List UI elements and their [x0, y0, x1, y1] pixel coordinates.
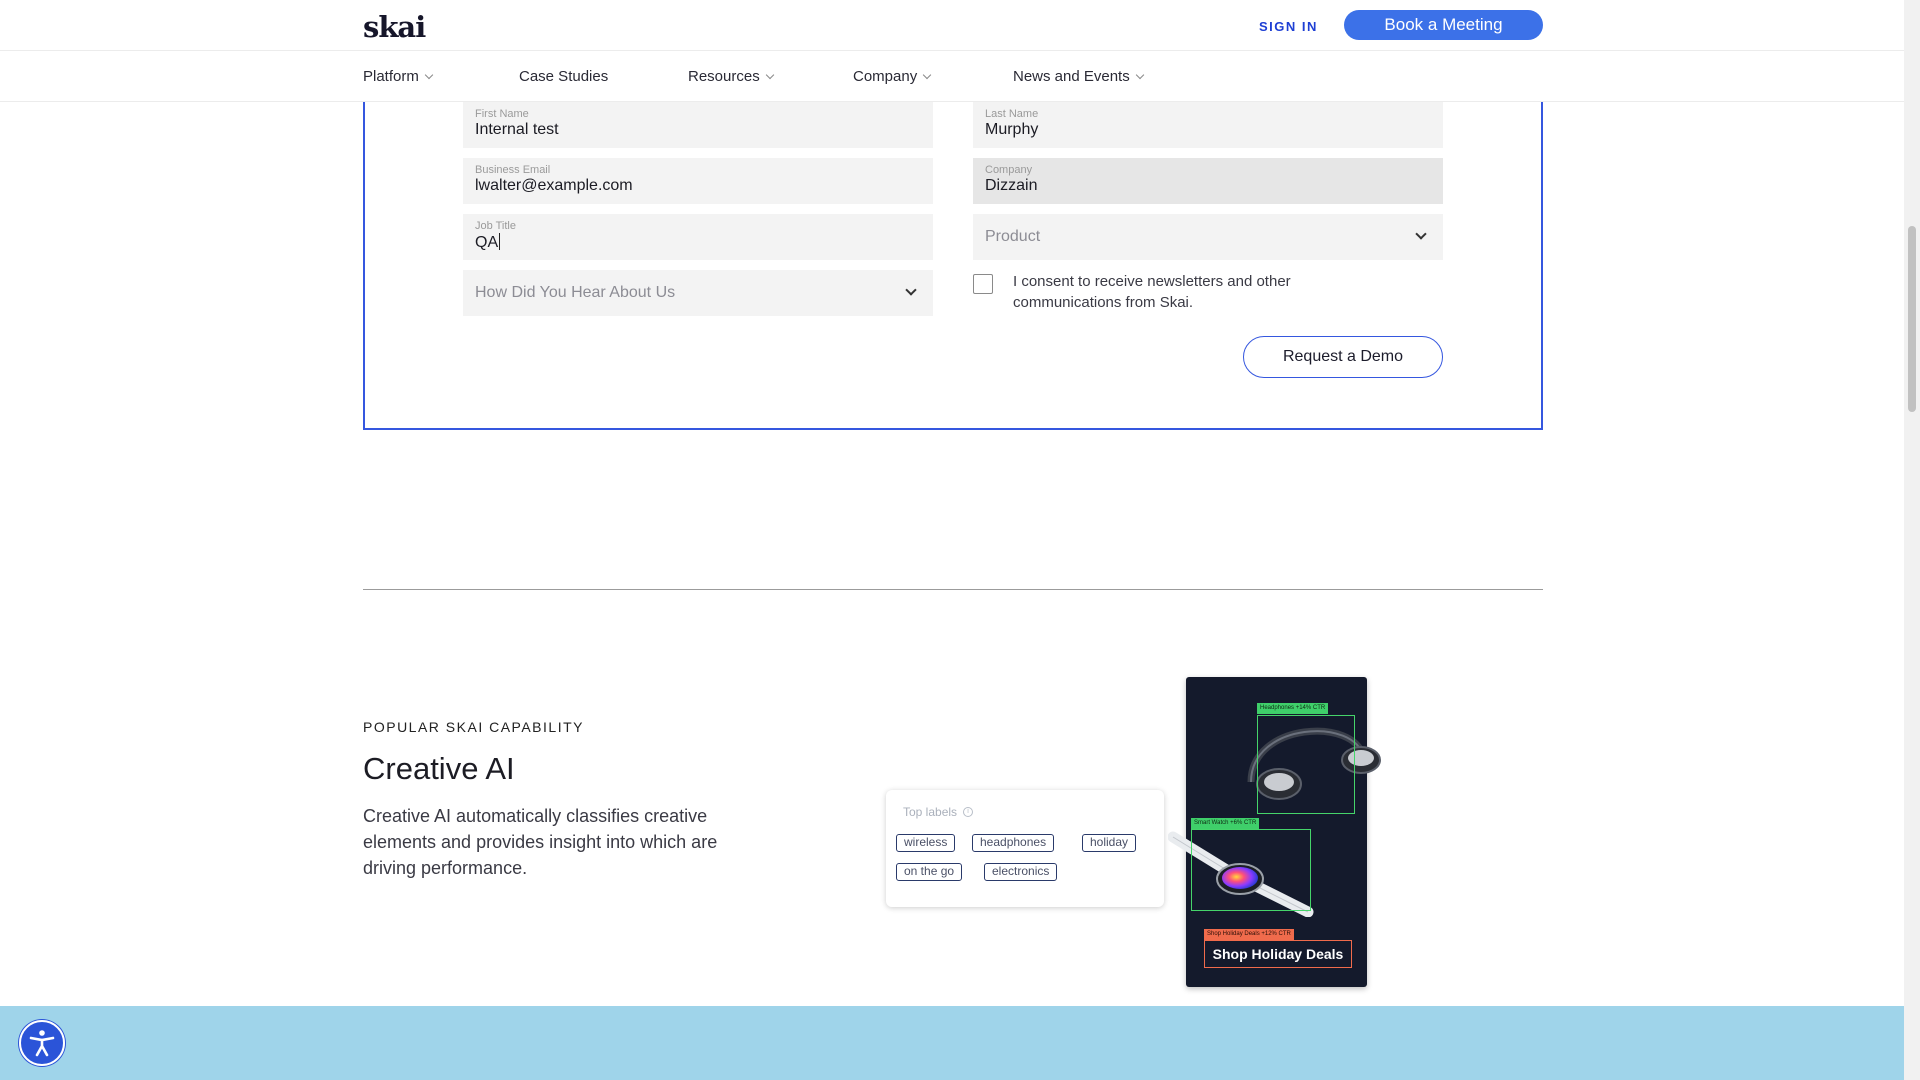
consent-label: I consent to receive newsletters and oth…	[1013, 273, 1291, 311]
headphones-ctr-tag: Headphones +14% CTR	[1257, 703, 1329, 714]
capability-eyebrow: POPULAR SKAI CAPABILITY	[363, 719, 584, 735]
smartwatch-detection-box	[1191, 829, 1311, 911]
skai-logo[interactable]: skai	[363, 10, 426, 44]
first-name-value: Internal test	[475, 121, 559, 138]
nav-label: Case Studies	[519, 68, 609, 85]
top-labels-title: Top labels	[903, 805, 958, 819]
sign-in-link[interactable]: SIGN IN	[1259, 19, 1318, 34]
consent-checkbox[interactable]	[973, 274, 993, 294]
demo-request-form	[363, 102, 1543, 430]
smartwatch-ctr-tag: Smart Watch +6% CTR	[1191, 818, 1260, 829]
scrollbar-thumb[interactable]	[1908, 226, 1916, 412]
business-email-value: lwalter@example.com	[475, 177, 633, 194]
nav-item-case-studies[interactable]: Case Studies	[519, 68, 608, 85]
nav-item-news-events[interactable]: News and Events	[1013, 68, 1144, 85]
chevron-down-icon	[424, 70, 434, 79]
first-name-field[interactable]: First Name Internal test	[463, 102, 933, 148]
section-divider	[363, 589, 1543, 590]
shop-holiday-deals-cta: Shop Holiday Deals	[1204, 940, 1352, 968]
job-title-label: Job Title	[475, 220, 516, 232]
last-name-label: Last Name	[985, 108, 1039, 120]
capability-description: Creative AI automatically classifies cre…	[363, 806, 718, 878]
product-select[interactable]: Product	[973, 214, 1443, 260]
hear-about-placeholder: How Did You Hear About Us	[475, 284, 676, 301]
chevron-down-icon	[922, 70, 932, 79]
nav-label: Platform	[363, 68, 419, 85]
accessibility-button[interactable]	[19, 1020, 65, 1066]
company-value: Dizzain	[985, 177, 1038, 194]
nav-label: Resources	[688, 68, 760, 85]
label-tag: wireless	[896, 834, 956, 852]
business-email-field[interactable]: Business Email lwalter@example.com	[463, 158, 933, 204]
chevron-down-icon	[905, 284, 917, 296]
top-labels-heading: Top labels i	[903, 805, 974, 819]
last-name-field[interactable]: Last Name Murphy	[973, 102, 1443, 148]
headphones-detection-box	[1257, 715, 1355, 814]
job-title-value: QA	[475, 234, 499, 251]
label-tag: holiday	[1082, 834, 1137, 852]
nav-item-resources[interactable]: Resources	[688, 68, 774, 85]
last-name-value: Murphy	[985, 121, 1039, 138]
cta-ctr-tag: Shop Holiday Deals +12% CTR	[1204, 929, 1294, 940]
book-meeting-button[interactable]: Book a Meeting	[1344, 10, 1543, 40]
capability-title: Creative AI	[363, 751, 515, 786]
company-label: Company	[985, 164, 1033, 176]
business-email-label: Business Email	[475, 164, 551, 176]
first-name-label: First Name	[475, 108, 529, 120]
nav-label: Company	[853, 68, 918, 85]
job-title-input: QA	[475, 233, 501, 252]
label-tag: electronics	[984, 863, 1058, 881]
accessibility-icon	[29, 1030, 55, 1057]
job-title-field[interactable]: Job Title QA	[463, 214, 933, 260]
info-icon: i	[963, 807, 974, 817]
main-nav: Platform Case Studies Resources Company …	[0, 52, 1904, 102]
hear-about-select[interactable]: How Did You Hear About Us	[463, 270, 933, 316]
next-section-band	[0, 1006, 1904, 1080]
label-tag: headphones	[972, 834, 1055, 852]
top-header: skai SIGN IN Book a Meeting	[0, 0, 1904, 51]
chevron-down-icon	[1135, 70, 1144, 79]
label-tag: on the go	[896, 863, 963, 881]
top-labels-card: Top labels i wireless headphones holiday…	[886, 790, 1164, 907]
product-placeholder: Product	[985, 228, 1041, 245]
chevron-down-icon	[765, 70, 774, 79]
company-field[interactable]: Company Dizzain	[973, 158, 1443, 204]
chevron-down-icon	[1415, 228, 1427, 240]
text-cursor	[499, 233, 501, 250]
nav-item-company[interactable]: Company	[853, 68, 932, 85]
request-demo-button[interactable]: Request a Demo	[1243, 336, 1443, 378]
ad-creative-preview: Headphones +14% CTR Smart Watch +6% CTR …	[1168, 677, 1381, 987]
page-scrollbar[interactable]	[1904, 0, 1920, 1080]
nav-label: News and Events	[1013, 68, 1130, 85]
nav-item-platform[interactable]: Platform	[363, 68, 434, 85]
